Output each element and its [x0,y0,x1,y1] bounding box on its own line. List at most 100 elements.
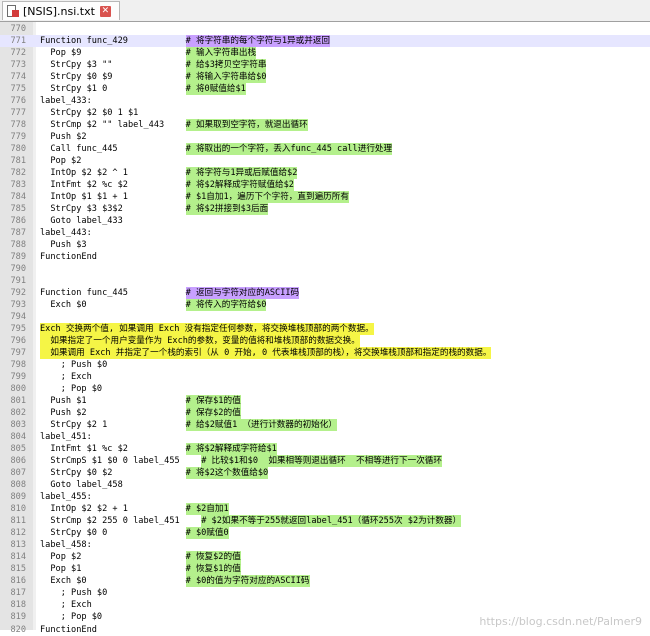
line-number: 784 [10,191,26,202]
code-text: FunctionEnd [40,251,97,262]
code-line[interactable]: 788 Push $3 [0,239,650,251]
highlighted-comment: # 恢复$1的值 [185,563,241,576]
code-line[interactable]: 801 Push $1 # 保存$1的值 [0,395,650,408]
highlighted-comment: # 将传入的字符给$0 [185,298,267,311]
code-line[interactable]: 806 StrCmpS $1 $0 0 label_455 # 比较$1和$0 如… [0,455,650,468]
code-line[interactable]: 777 StrCpy $2 $0 1 $1 [0,107,650,119]
code-text: IntFmt $1 %c $2 [40,444,128,455]
line-number: 810 [10,504,26,515]
line-number: 819 [10,612,26,623]
line-number: 783 [10,179,26,190]
code-line[interactable]: 815 Pop $1 # 恢复$1的值 [0,563,650,576]
editor-area[interactable]: 770 771 Function func_429 # 将字符串的每个字符与1异或并返… [0,22,650,635]
code-line[interactable]: 818 ; Exch [0,599,650,611]
code-line[interactable]: 778 StrCmp $2 "" label_443 # 如果取到空字符，就退出循… [0,118,650,131]
highlighted-comment: # 将字符与1异或后赋值给$2 [185,166,298,179]
code-line[interactable]: 804 label_451: [0,431,650,443]
line-number: 771 [10,35,26,46]
code-line[interactable]: 794 [0,311,650,323]
highlighted-comment: Exch 交换两个值, 如果调用 Exch 没有指定任何参数，将交换堆栈顶部的两… [40,323,374,335]
code-line[interactable]: 775 StrCpy $1 0 # 将0赋值给$1 [0,82,650,95]
line-number: 770 [10,23,26,34]
code-line[interactable]: 808 Goto label_458 [0,479,650,491]
line-number: 815 [10,564,26,575]
code-text: label_455: [40,492,92,503]
highlighted-comment: # 比较$1和$0 如果相等则退出循环 不相等进行下一次循环 [201,455,442,468]
code-line[interactable]: 812 StrCpy $0 0 # $0赋值0 [0,527,650,540]
line-number: 792 [10,287,26,298]
code-line[interactable]: 800 ; Pop $0 [0,383,650,395]
code-line[interactable]: 795 Exch 交换两个值, 如果调用 Exch 没有指定任何参数，将交换堆栈顶… [0,323,650,335]
code-line[interactable]: 791 [0,275,650,287]
line-number: 800 [10,384,26,395]
code-line[interactable]: 774 StrCpy $0 $9 # 将输入字符串给$0 [0,70,650,83]
code-line[interactable]: 782 IntOp $2 $2 ^ 1 # 将字符与1异或后赋值给$2 [0,166,650,179]
code-line[interactable]: 789 FunctionEnd [0,251,650,263]
line-number: 777 [10,107,26,118]
code-line[interactable]: 805 IntFmt $1 %c $2 # 将$2解释成字符给$1 [0,443,650,456]
code-text: StrCpy $0 0 [40,528,108,539]
highlighted-comment: # 给$3拷贝空字符串 [185,58,267,71]
code-text: Pop $2 [40,155,82,166]
saved-file-icon [7,4,19,18]
line-number: 808 [10,480,26,491]
current-code-line[interactable]: 771 Function func_429 # 将字符串的每个字符与1异或并返回 [0,34,650,47]
highlighted-comment: # 将字符串的每个字符与1异或并返回 [185,34,331,47]
code-line[interactable]: 779 Push $2 [0,131,650,143]
code-line[interactable]: 816 Exch $0 # $0的值为字符对应的ASCII码 [0,575,650,588]
code-line[interactable]: 793 Exch $0 # 将传入的字符给$0 [0,298,650,311]
tab-title: [NSIS].nsi.txt [23,4,95,18]
code-line[interactable]: 798 ; Push $0 [0,359,650,371]
code-text: StrCpy $3 $3$2 [40,203,123,214]
code-text: Push $1 [40,396,87,407]
code-text: Function func_429 [40,35,128,46]
code-line[interactable]: 792 Function func_445 # 返回与字符对应的ASCII码 [0,286,650,299]
code-line[interactable]: 809 label_455: [0,491,650,503]
code-line[interactable]: 790 [0,263,650,275]
code-line[interactable]: 803 StrCpy $2 1 # 给$2赋值1 （进行计数器的初始化） [0,419,650,432]
code-line[interactable]: 783 IntFmt $2 %c $2 # 将$2解释成字符赋值给$2 [0,178,650,191]
highlighted-comment: # $2如果不等于255就返回label_451（循环255次 $2为计数器） [201,515,462,528]
highlighted-comment: # 将$2解释成字符赋值给$2 [185,178,294,191]
code-text: Exch $0 [40,299,87,310]
code-line[interactable]: 770 [0,23,650,35]
highlighted-comment: # $2自加1 [185,503,229,516]
code-text: IntOp $2 $2 ^ 1 [40,167,128,178]
code-line[interactable]: 781 Pop $2 [0,155,650,167]
code-text: IntFmt $2 %c $2 [40,179,128,190]
code-text: ; Exch [40,600,92,611]
code-line[interactable]: 787 label_443: [0,227,650,239]
code-text: ; Pop $0 [40,612,103,623]
code-line[interactable]: 799 ; Exch [0,371,650,383]
code-line[interactable]: 810 IntOp $2 $2 + 1 # $2自加1 [0,503,650,516]
code-line[interactable]: 776 label_433: [0,95,650,107]
line-number: 807 [10,468,26,479]
code-line[interactable]: 817 ; Push $0 [0,587,650,599]
line-number: 790 [10,263,26,274]
code-line[interactable]: 814 Pop $2 # 恢复$2的值 [0,551,650,564]
code-text: Exch $0 [40,576,87,587]
file-tab[interactable]: [NSIS].nsi.txt ✕ [2,1,120,20]
code-line[interactable]: 813 label_458: [0,539,650,551]
code-line[interactable]: 785 StrCpy $3 $3$2 # 将$2拼接到$3后面 [0,202,650,215]
code-line[interactable]: 807 StrCpy $0 $2 # 将$2这个数值给$0 [0,467,650,480]
code-line[interactable]: 811 StrCmp $2 255 0 label_451 # $2如果不等于25… [0,515,650,528]
close-tab-icon[interactable]: ✕ [99,5,111,17]
code-line[interactable]: 786 Goto label_433 [0,215,650,227]
highlighted-comment: 如果调用 Exch 并指定了一个栈的索引（从 0 开始, 0 代表堆栈顶部的栈）… [40,347,492,360]
code-line[interactable]: 773 StrCpy $3 "" # 给$3拷贝空字符串 [0,58,650,71]
code-text: StrCpy $2 $0 1 $1 [40,107,139,118]
line-number: 773 [10,59,26,70]
code-line[interactable]: 802 Push $2 # 保存$2的值 [0,407,650,420]
code-line[interactable]: 797 如果调用 Exch 并指定了一个栈的索引（从 0 开始, 0 代表堆栈顶… [0,347,650,360]
code-line[interactable]: 780 Call func_445 # 将取出的一个字符，丢入func_445 c… [0,142,650,155]
code-line[interactable]: 796 如果指定了一个用户变量作为 Exch的参数，变量的值将和堆栈顶部的数据交… [0,335,650,348]
line-number: 801 [10,396,26,407]
line-number: 813 [10,540,26,551]
code-line[interactable]: 784 IntOp $1 $1 + 1 # $1自加1，遍历下个字符，直到遍历所有 [0,190,650,203]
highlighted-comment: # 恢复$2的值 [185,551,241,564]
highlighted-comment: # 给$2赋值1 （进行计数器的初始化） [185,419,337,432]
code-line[interactable]: 772 Pop $9 # 输入字符串出栈 [0,46,650,59]
line-number: 796 [10,336,26,347]
highlighted-comment: # $0赋值0 [185,527,229,540]
